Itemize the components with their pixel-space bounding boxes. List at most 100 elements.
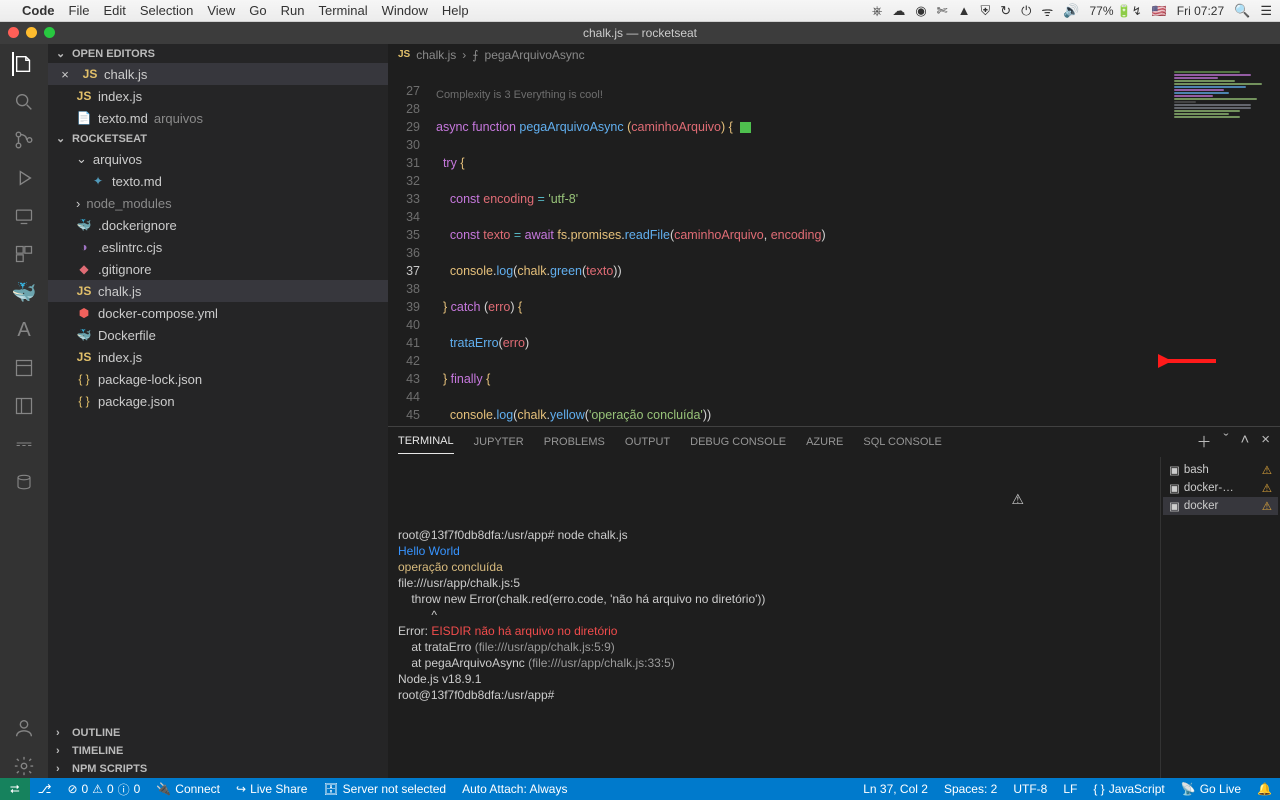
open-editors-header[interactable]: ⌄ OPEN EDITORS bbox=[48, 44, 388, 63]
tab-output[interactable]: OUTPUT bbox=[625, 430, 670, 454]
terminal-output[interactable]: ⚠ root@13f7f0db8dfa:/usr/app# node chalk… bbox=[388, 457, 1160, 778]
cloud-icon[interactable]: ☁︎ bbox=[892, 3, 905, 19]
eslint-file-icon: ◑ bbox=[76, 240, 92, 254]
eol-status[interactable]: LF bbox=[1055, 782, 1085, 796]
file-package-json[interactable]: { }package.json bbox=[48, 390, 388, 412]
timeline-header[interactable]: ›TIMELINE bbox=[48, 742, 388, 760]
window-controls[interactable] bbox=[8, 27, 55, 38]
zoom-window-icon[interactable] bbox=[44, 27, 55, 38]
sidebar-icon[interactable] bbox=[12, 394, 36, 418]
control-center-icon[interactable]: ☰ bbox=[1260, 3, 1272, 19]
clock-icon[interactable]: ↻ bbox=[1000, 3, 1011, 19]
scissors-icon[interactable]: ✄ bbox=[937, 3, 948, 19]
menu-file[interactable]: File bbox=[69, 3, 90, 18]
terminal-docker[interactable]: ▣docker⚠ bbox=[1163, 497, 1278, 515]
close-editor-icon[interactable]: × bbox=[58, 67, 72, 82]
folder-node-modules[interactable]: › node_modules bbox=[48, 192, 388, 214]
outline-header[interactable]: ›OUTLINE bbox=[48, 724, 388, 742]
tab-azure[interactable]: AZURE bbox=[806, 430, 843, 454]
source-control-status[interactable]: ⎇ bbox=[30, 778, 60, 800]
file-dockerfile[interactable]: 🐳Dockerfile bbox=[48, 324, 388, 346]
panel-icon[interactable] bbox=[12, 356, 36, 380]
menu-help[interactable]: Help bbox=[442, 3, 469, 18]
tab-problems[interactable]: PROBLEMS bbox=[544, 430, 605, 454]
server-status[interactable]: 🗄 Server not selected bbox=[315, 778, 454, 800]
open-editor-index[interactable]: JS index.js bbox=[48, 85, 388, 107]
battery-label[interactable]: 77% 🔋↯ bbox=[1089, 4, 1141, 18]
account-icon[interactable] bbox=[12, 716, 36, 740]
problems-status[interactable]: ⊘ 0 ⚠ 0 ⓘ 0 bbox=[59, 778, 148, 800]
remote-indicator[interactable]: ⮂ bbox=[0, 778, 30, 800]
encoding-status[interactable]: UTF-8 bbox=[1005, 782, 1055, 796]
tab-terminal[interactable]: TERMINAL bbox=[398, 429, 454, 454]
open-editor-chalk[interactable]: × JS chalk.js bbox=[48, 63, 388, 85]
warning-icon[interactable]: ⚠ bbox=[1011, 491, 1024, 507]
menu-view[interactable]: View bbox=[207, 3, 235, 18]
wifi-icon[interactable]: ᯤ bbox=[1041, 2, 1053, 20]
notifications-icon[interactable]: 🔔 bbox=[1249, 782, 1280, 796]
file-index-js[interactable]: JSindex.js bbox=[48, 346, 388, 368]
search-icon[interactable] bbox=[12, 90, 36, 114]
tab-jupyter[interactable]: JUPYTER bbox=[474, 430, 524, 454]
terminal-bash[interactable]: ▣bash⚠ bbox=[1163, 461, 1278, 479]
volume-icon[interactable]: 🔊 bbox=[1063, 3, 1079, 19]
live-share-button[interactable]: ↪ Live Share bbox=[228, 778, 315, 800]
tab-debug-console[interactable]: DEBUG CONSOLE bbox=[690, 430, 786, 454]
azure-icon[interactable]: A bbox=[12, 318, 36, 342]
indentation-status[interactable]: Spaces: 2 bbox=[936, 782, 1005, 796]
extensions-icon[interactable] bbox=[12, 242, 36, 266]
minimize-window-icon[interactable] bbox=[26, 27, 37, 38]
menu-terminal[interactable]: Terminal bbox=[319, 3, 368, 18]
folder-arquivos[interactable]: ⌄ arquivos bbox=[48, 148, 388, 170]
new-terminal-icon[interactable]: ＋ bbox=[1196, 431, 1211, 452]
settings-gear-icon[interactable] bbox=[12, 754, 36, 778]
tab-sql-console[interactable]: SQL CONSOLE bbox=[863, 430, 941, 454]
run-debug-icon[interactable] bbox=[12, 166, 36, 190]
open-editor-texto[interactable]: 📄 texto.md arquivos bbox=[48, 107, 388, 129]
terminal-docker-compose[interactable]: ▣docker-…⚠ bbox=[1163, 479, 1278, 497]
file-gitignore[interactable]: ◆.gitignore bbox=[48, 258, 388, 280]
file-docker-compose[interactable]: ⬢docker-compose.yml bbox=[48, 302, 388, 324]
spotlight-icon[interactable]: 🔍 bbox=[1234, 3, 1250, 19]
breadcrumb-bar[interactable]: JS chalk.js › ⨍ pegaArquivoAsync bbox=[388, 44, 1280, 66]
docker-icon[interactable]: 🐳 bbox=[12, 280, 36, 304]
circle-icon[interactable]: ◉ bbox=[915, 3, 926, 19]
triangle-icon[interactable]: ▲ bbox=[958, 3, 971, 18]
close-window-icon[interactable] bbox=[8, 27, 19, 38]
app-name[interactable]: Code bbox=[22, 3, 55, 18]
file-dockerignore[interactable]: 🐳.dockerignore bbox=[48, 214, 388, 236]
menu-edit[interactable]: Edit bbox=[103, 3, 125, 18]
cursor-position[interactable]: Ln 37, Col 2 bbox=[855, 782, 936, 796]
file-package-lock[interactable]: { }package-lock.json bbox=[48, 368, 388, 390]
npm-scripts-header[interactable]: ›NPM SCRIPTS bbox=[48, 760, 388, 778]
code-editor[interactable]: 27282930313233343536373839404142434445 C… bbox=[388, 66, 1280, 426]
database-icon[interactable] bbox=[12, 470, 36, 494]
toggle-icon[interactable]: ⏻ bbox=[1021, 3, 1031, 19]
link-icon[interactable]: ⎓ bbox=[12, 432, 36, 456]
shield-icon[interactable]: ⛨ bbox=[980, 3, 990, 19]
connect-button[interactable]: 🔌 Connect bbox=[148, 778, 228, 800]
file-chalk-js[interactable]: JSchalk.js bbox=[48, 280, 388, 302]
language-status[interactable]: { } JavaScript bbox=[1085, 782, 1172, 796]
project-header[interactable]: ⌄ ROCKETSEAT bbox=[48, 129, 388, 148]
maximize-panel-icon[interactable]: ˄ bbox=[1240, 431, 1249, 452]
auto-attach-status[interactable]: Auto Attach: Always bbox=[454, 778, 575, 800]
explorer-icon[interactable] bbox=[12, 52, 36, 76]
remote-explorer-icon[interactable] bbox=[12, 204, 36, 228]
clock-label[interactable]: Fri 07:27 bbox=[1177, 4, 1224, 18]
split-terminal-icon[interactable]: ˇ bbox=[1223, 431, 1228, 452]
minimap[interactable] bbox=[1170, 70, 1280, 190]
flag-icon[interactable]: 🇺🇸 bbox=[1152, 4, 1167, 18]
menu-window[interactable]: Window bbox=[382, 3, 428, 18]
menu-run[interactable]: Run bbox=[281, 3, 305, 18]
source-control-icon[interactable] bbox=[12, 128, 36, 152]
go-live-button[interactable]: 📡 Go Live bbox=[1173, 782, 1249, 796]
docker-menuicon[interactable]: ⎈ bbox=[872, 3, 882, 19]
menu-selection[interactable]: Selection bbox=[140, 3, 193, 18]
file-texto-md[interactable]: ✦ texto.md bbox=[48, 170, 388, 192]
close-panel-icon[interactable]: × bbox=[1261, 431, 1270, 452]
code-content[interactable]: Complexity is 3 Everything is cool! asyn… bbox=[436, 66, 1160, 426]
menu-go[interactable]: Go bbox=[249, 3, 266, 18]
git-file-icon: ◆ bbox=[76, 262, 92, 276]
file-eslintrc[interactable]: ◑.eslintrc.cjs bbox=[48, 236, 388, 258]
